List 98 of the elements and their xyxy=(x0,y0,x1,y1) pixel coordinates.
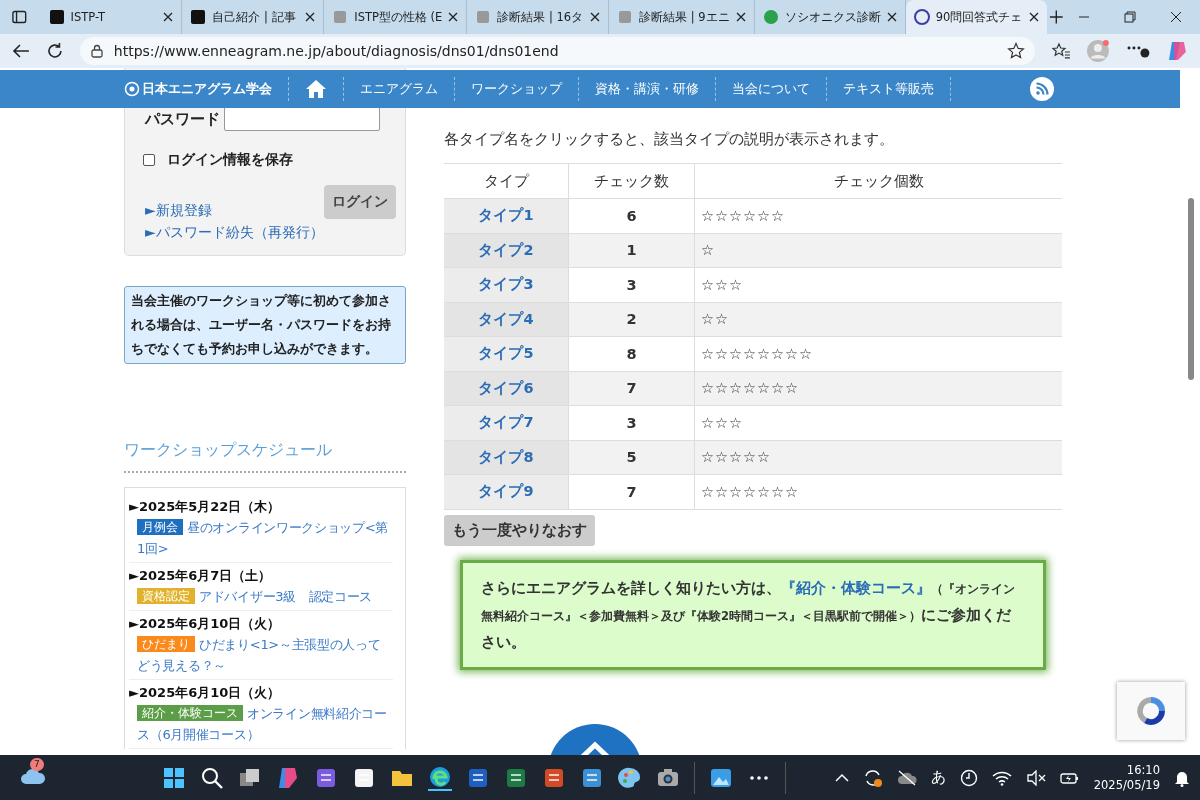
stars-cell: ☆☆☆☆☆☆ xyxy=(694,198,1062,233)
event-tag: ひだまり xyxy=(137,636,195,652)
count-cell: 3 xyxy=(568,405,695,440)
back-icon[interactable] xyxy=(12,43,30,59)
stars-cell: ☆☆☆☆☆☆☆ xyxy=(694,371,1062,406)
stars-cell: ☆ xyxy=(694,233,1062,268)
event-link[interactable]: 紹介・体験コース オンライン無料紹介コース（6月開催コース） xyxy=(129,703,393,745)
logo-mark-icon xyxy=(124,81,140,97)
event-date: ►2025年6月7日（土） xyxy=(129,567,273,585)
nav-link[interactable]: テキスト等販売 xyxy=(843,80,934,98)
account-link[interactable]: ►パスワード紛失（再発行） xyxy=(145,221,324,243)
favicon-icon xyxy=(475,9,492,25)
event-link[interactable]: ひだまり ひだまり<1>～主張型の人ってどう見える？～ xyxy=(129,634,393,676)
chevron-up-icon[interactable] xyxy=(834,772,849,783)
favicon-icon xyxy=(913,9,930,25)
sidebar-toggle-icon[interactable] xyxy=(12,10,27,24)
stars-cell: ☆☆☆ xyxy=(694,405,1062,440)
column-header: タイプ xyxy=(444,163,569,199)
copilot-icon[interactable] xyxy=(276,765,300,790)
event-tag: 紹介・体験コース xyxy=(137,705,243,721)
count-cell: 5 xyxy=(568,440,695,475)
reload-icon[interactable] xyxy=(45,42,64,60)
close-icon[interactable] xyxy=(1170,11,1182,23)
count-cell: 7 xyxy=(568,474,695,509)
browser-tab[interactable]: 90問回答式チェ xyxy=(905,0,1048,34)
password-field[interactable] xyxy=(224,107,380,131)
count-cell: 2 xyxy=(568,302,695,337)
password-label: パスワード xyxy=(145,109,220,129)
event-date: ►2025年6月10日（火） xyxy=(129,615,282,633)
course-link[interactable]: 『紹介・体験コース』 xyxy=(781,578,931,597)
favicon-icon xyxy=(48,9,65,25)
event-tag: 資格認定 xyxy=(137,588,195,604)
stars-cell: ☆☆☆☆☆☆☆ xyxy=(694,474,1062,509)
retry-button[interactable]: もう一度やりなおす xyxy=(444,514,595,546)
clock-icon[interactable] xyxy=(959,768,978,787)
notification-badge: 7 xyxy=(30,757,44,771)
count-cell: 8 xyxy=(568,336,695,371)
start-icon[interactable] xyxy=(162,765,186,790)
promo-text: さらにエニアグラムを詳しく知りたい方は、『紹介・体験コース』（『オンライン無料紹介コース』＜参加費無料＞及び『体験2時間コース』＜目黒駅前で開催＞）にご参加ください。 xyxy=(460,559,1046,670)
close-icon[interactable] xyxy=(305,12,316,22)
count-cell: 7 xyxy=(568,371,695,406)
lock-icon xyxy=(89,44,104,58)
home-icon[interactable] xyxy=(305,79,327,99)
rss-icon[interactable] xyxy=(1030,77,1054,101)
close-icon[interactable] xyxy=(590,12,601,22)
favicon-icon xyxy=(190,9,207,25)
favicon-icon xyxy=(617,9,634,25)
favicon-icon xyxy=(332,9,349,25)
more-icon[interactable] xyxy=(1126,44,1151,58)
stars-cell: ☆☆ xyxy=(694,302,1062,337)
count-cell: 6 xyxy=(568,198,695,233)
account-link[interactable]: ►新規登録 xyxy=(145,199,324,221)
site-logo[interactable]: 日本エニアグラム学会 xyxy=(124,80,272,98)
palette-icon[interactable] xyxy=(618,765,642,790)
favicon-icon xyxy=(762,9,779,25)
favorites-icon[interactable] xyxy=(1050,42,1071,60)
count-cell: 3 xyxy=(568,267,695,302)
count-cell: 1 xyxy=(568,233,695,268)
event-date: ►2025年5月22日（木） xyxy=(129,498,282,516)
close-icon[interactable] xyxy=(735,12,746,22)
star-icon[interactable] xyxy=(1006,42,1025,60)
mute-icon[interactable] xyxy=(1025,769,1046,786)
sync-icon[interactable] xyxy=(862,767,883,788)
close-icon[interactable] xyxy=(1029,12,1040,22)
event-link[interactable]: 月例会 昼のオンラインワークショップ<第1回> xyxy=(129,517,393,559)
stars-cell: ☆☆☆ xyxy=(694,267,1062,302)
close-icon[interactable] xyxy=(163,12,174,22)
column-header: チェック数 xyxy=(568,163,695,199)
stars-cell: ☆☆☆☆☆ xyxy=(694,440,1062,475)
nav-link[interactable]: ワークショップ xyxy=(471,80,562,98)
close-icon[interactable] xyxy=(448,12,459,22)
stars-cell: ☆☆☆☆☆☆☆☆ xyxy=(694,336,1062,371)
cloud-off-icon[interactable] xyxy=(896,769,917,786)
close-icon[interactable] xyxy=(886,12,897,22)
nav-link[interactable]: 資格・講演・研修 xyxy=(595,80,699,98)
notice-box: 当会主催のワークショップ等に初めて参加される場合は、ユーザー名・パスワードをお持ちでなくても予約お申し込みができます。 xyxy=(124,286,406,364)
event-date: ►2025年6月10日（火） xyxy=(129,684,282,702)
new-tab-icon[interactable] xyxy=(1049,9,1064,25)
column-header: チェック個数 xyxy=(694,163,1062,199)
remember-checkbox[interactable] xyxy=(143,154,155,166)
clock-time[interactable]: 16:10 xyxy=(1126,762,1160,778)
input-method-indicator[interactable]: あ xyxy=(930,768,946,787)
wifi-icon[interactable] xyxy=(991,769,1012,786)
schedule-heading: ワークショップスケジュール xyxy=(124,440,406,473)
recaptcha-icon xyxy=(1134,694,1168,728)
nav-link[interactable]: エニアグラム xyxy=(360,80,438,98)
remember-label: ログイン情報を保存 xyxy=(167,151,293,169)
nav-link[interactable]: 当会について xyxy=(732,80,810,98)
search-icon[interactable] xyxy=(200,765,224,790)
copilot-icon[interactable] xyxy=(1166,40,1188,62)
address-field[interactable]: https://www.enneagram.ne.jp/about/diagnosis/dns01/dns01end xyxy=(79,37,1035,65)
clock-date[interactable]: 2025/05/19 xyxy=(1093,777,1160,793)
login-button[interactable]: ログイン xyxy=(323,185,396,219)
instruction-text: 各タイプ名をクリックすると、該当タイプの説明が表示されます。 xyxy=(444,130,895,149)
event-tag: 月例会 xyxy=(137,519,183,535)
browser-icon[interactable] xyxy=(428,764,452,791)
restore-icon[interactable] xyxy=(1124,11,1136,23)
event-link[interactable]: 資格認定 アドバイザー3級 認定コース xyxy=(129,586,393,607)
